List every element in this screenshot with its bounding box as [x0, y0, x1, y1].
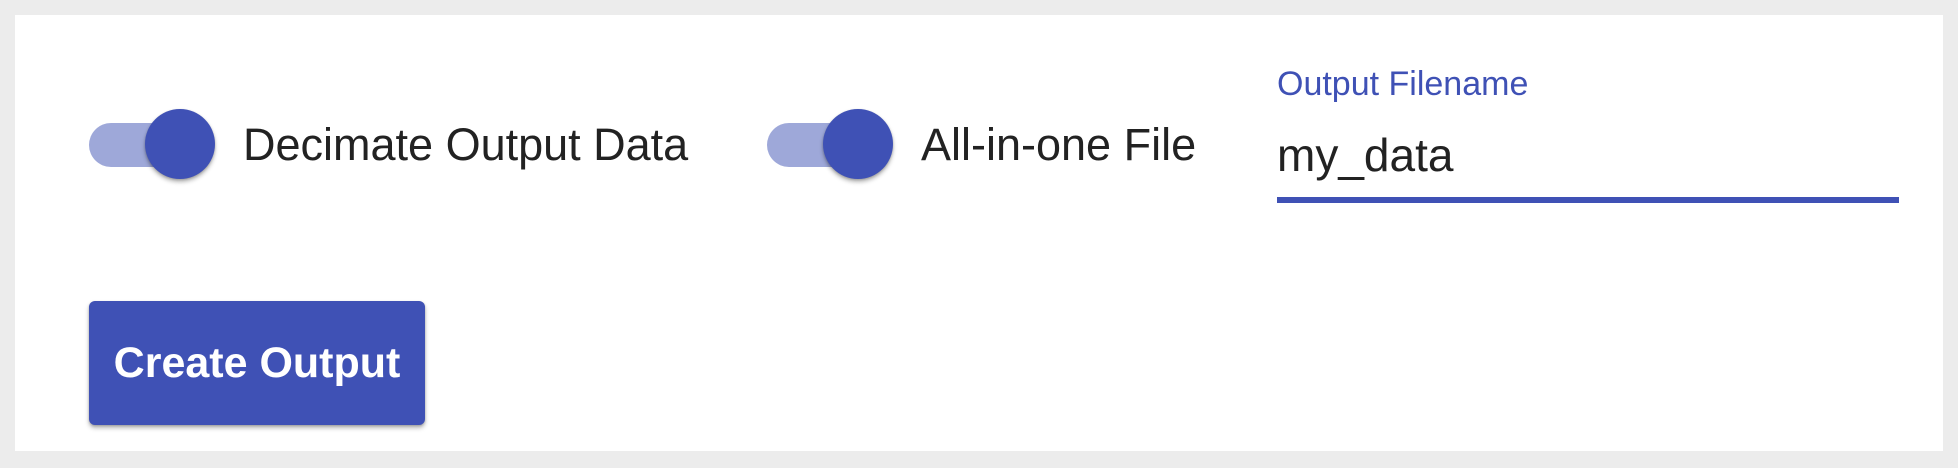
- decimate-output-toggle[interactable]: Decimate Output Data: [89, 97, 688, 193]
- output-filename-input[interactable]: [1277, 123, 1899, 187]
- all-in-one-file-toggle[interactable]: All-in-one File: [767, 97, 1196, 193]
- switch-thumb[interactable]: [823, 109, 893, 179]
- output-options-panel: Decimate Output Data All-in-one File Out…: [15, 15, 1943, 451]
- decimate-output-label: Decimate Output Data: [243, 119, 689, 170]
- all-in-one-file-label: All-in-one File: [921, 119, 1197, 170]
- decimate-output-switch[interactable]: [89, 109, 215, 181]
- switch-thumb[interactable]: [145, 109, 215, 179]
- all-in-one-file-switch[interactable]: [767, 109, 893, 181]
- output-filename-underline: [1277, 197, 1899, 203]
- output-filename-field: Output Filename: [1277, 65, 1899, 211]
- create-output-button[interactable]: Create Output: [89, 301, 425, 425]
- output-filename-label: Output Filename: [1277, 65, 1529, 103]
